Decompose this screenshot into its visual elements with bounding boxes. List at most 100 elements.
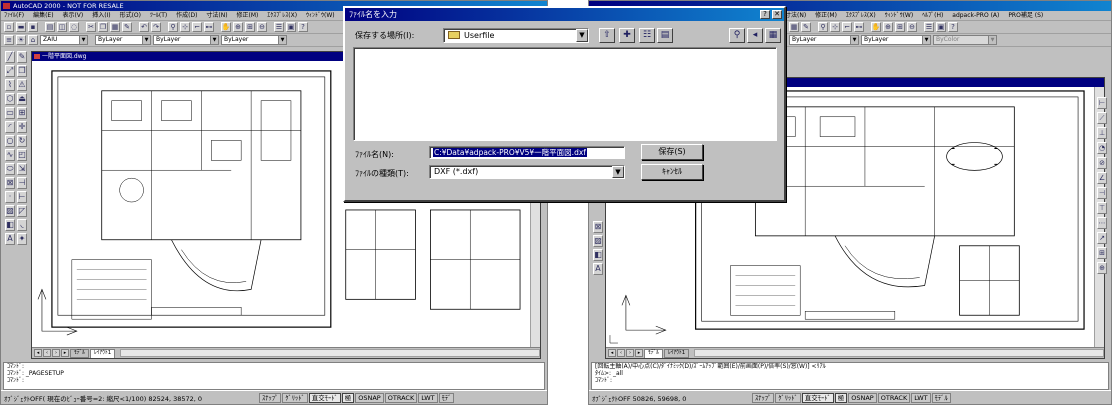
- copy-icon[interactable]: ❐: [98, 22, 108, 32]
- tab-model[interactable]: ﾓﾃﾞﾙ: [644, 348, 664, 358]
- text-icon[interactable]: A: [5, 233, 15, 245]
- copy-object-icon[interactable]: ❐: [17, 65, 27, 77]
- menu-modify[interactable]: 修正(M): [237, 12, 259, 19]
- menu-insert[interactable]: 挿入(I): [92, 12, 110, 19]
- menu-express[interactable]: ｴｸｽﾌﾟﾚｽ(X): [846, 12, 876, 19]
- new-folder-icon[interactable]: ✚: [619, 28, 635, 43]
- ucs-icon[interactable]: ⌐: [842, 22, 852, 32]
- line-icon[interactable]: ╱: [5, 51, 15, 63]
- help-icon[interactable]: ?: [760, 10, 770, 19]
- menu-adpack-pro[interactable]: adpack-PRO (A): [952, 12, 999, 19]
- tab-layout1[interactable]: ﾚｲｱｳﾄ1: [90, 348, 116, 358]
- menu-help[interactable]: ﾍﾙﾌﾟ(H): [922, 12, 943, 19]
- help-icon[interactable]: ?: [948, 22, 958, 32]
- lineweight-dropdown[interactable]: ByLayer ▼: [221, 35, 287, 45]
- hatch-icon[interactable]: ▨: [5, 205, 15, 217]
- scale-icon[interactable]: ◰: [17, 149, 27, 161]
- plotstyle-dropdown[interactable]: ByColor ▼: [933, 35, 997, 45]
- menu-pro-supplement[interactable]: PRO補足 (S): [1008, 12, 1043, 19]
- tab-model[interactable]: ﾓﾃﾞﾙ: [70, 348, 90, 358]
- region-icon[interactable]: ◧: [593, 249, 603, 261]
- insert-block-icon[interactable]: ⊠: [5, 177, 15, 189]
- explode-icon[interactable]: ✦: [17, 233, 27, 245]
- center-mark-icon[interactable]: ⊕: [1097, 262, 1107, 274]
- save-location-dropdown[interactable]: Userfile ▼: [443, 28, 589, 43]
- redo-icon[interactable]: ↷: [151, 22, 161, 32]
- menu-edit[interactable]: 編集(E): [33, 12, 53, 19]
- ellipse-icon[interactable]: ⬭: [5, 163, 15, 175]
- details-view-icon[interactable]: ▤: [657, 28, 673, 43]
- design-center-icon[interactable]: ▣: [936, 22, 946, 32]
- paste-icon[interactable]: ▦: [789, 22, 799, 32]
- polar-toggle[interactable]: 極: [341, 392, 355, 403]
- tab-last-icon[interactable]: ▸: [61, 349, 69, 357]
- ucs-icon[interactable]: ⌐: [192, 22, 202, 32]
- rotate-icon[interactable]: ↻: [17, 135, 27, 147]
- new-file-icon[interactable]: ▫: [4, 22, 14, 32]
- leader-icon[interactable]: ↗: [1097, 232, 1107, 244]
- ortho-toggle[interactable]: 直交ﾓｰﾄﾞ: [801, 392, 834, 403]
- filename-input[interactable]: C:¥Data¥adpack-PRO¥V5¥一階平面図.dxf: [429, 146, 625, 159]
- list-view-icon[interactable]: ☷: [639, 28, 655, 43]
- distance-icon[interactable]: ⊷: [204, 22, 214, 32]
- hyperlink-icon[interactable]: ⚲: [168, 22, 178, 32]
- horizontal-scrollbar[interactable]: [120, 349, 540, 357]
- arc-icon[interactable]: ◜: [5, 121, 15, 133]
- spline-icon[interactable]: ∿: [5, 149, 15, 161]
- layer-dropdown[interactable]: ZAIU ▼: [40, 35, 88, 45]
- paste-icon[interactable]: ▦: [110, 22, 120, 32]
- dimension-linear-icon[interactable]: ⊢: [1097, 97, 1107, 109]
- properties-icon[interactable]: ☰: [924, 22, 934, 32]
- menu-modify[interactable]: 修正(M): [815, 12, 837, 19]
- menu-window[interactable]: ｳｨﾝﾄﾞｳ(W): [306, 12, 335, 19]
- tab-prev-icon[interactable]: ‹: [617, 349, 625, 357]
- menu-dimension[interactable]: 寸法(N): [785, 12, 806, 19]
- zoom-previous-icon[interactable]: ⊖: [907, 22, 917, 32]
- model-toggle[interactable]: ﾓﾃﾞ: [438, 392, 455, 403]
- dimension-diameter-icon[interactable]: ⊘: [1097, 157, 1107, 169]
- snap-toggle[interactable]: ｽﾅｯﾌﾟ: [259, 392, 282, 403]
- mirror-icon[interactable]: ⚠: [17, 79, 27, 91]
- polygon-icon[interactable]: ⬡: [5, 93, 15, 105]
- tracking-icon[interactable]: ⊹: [830, 22, 840, 32]
- tab-layout1[interactable]: ﾚｲｱｳﾄ1: [664, 348, 690, 358]
- point-icon[interactable]: ·: [5, 191, 15, 203]
- layer-unlock-icon[interactable]: ⌂: [28, 35, 38, 45]
- zoom-window-icon[interactable]: ⊞: [245, 22, 255, 32]
- cut-icon[interactable]: ✂: [86, 22, 96, 32]
- zoom-window-icon[interactable]: ⊞: [895, 22, 905, 32]
- zoom-realtime-icon[interactable]: ⊕: [233, 22, 243, 32]
- zoom-previous-icon[interactable]: ⊖: [257, 22, 267, 32]
- tab-first-icon[interactable]: ◂: [34, 349, 42, 357]
- properties-icon[interactable]: ☰: [274, 22, 284, 32]
- baseline-icon[interactable]: ⊤: [1097, 202, 1107, 214]
- tab-first-icon[interactable]: ◂: [608, 349, 616, 357]
- zoom-realtime-icon[interactable]: ⊕: [883, 22, 893, 32]
- grid-toggle[interactable]: ｸﾞﾘｯﾄﾞ: [282, 392, 308, 403]
- design-center-icon[interactable]: ▣: [286, 22, 296, 32]
- distance-icon[interactable]: ⊷: [854, 22, 864, 32]
- hyperlink-icon[interactable]: ⚲: [818, 22, 828, 32]
- cancel-button[interactable]: ｷｬﾝｾﾙ: [641, 164, 703, 180]
- fillet-icon[interactable]: ◟: [17, 219, 27, 231]
- ortho-toggle[interactable]: 直交ﾓｰﾄﾞ: [308, 392, 341, 403]
- otrack-toggle[interactable]: OTRACK: [877, 392, 911, 403]
- snap-toggle[interactable]: ｽﾅｯﾌﾟ: [752, 392, 775, 403]
- match-properties-icon[interactable]: ✎: [122, 22, 132, 32]
- menu-draw[interactable]: 作成(D): [176, 12, 197, 19]
- dimension-aligned-icon[interactable]: ⟋: [1097, 112, 1107, 124]
- back-icon[interactable]: ◂: [747, 28, 763, 43]
- menu-express[interactable]: ｴｸｽﾌﾟﾚｽ(X): [267, 12, 297, 19]
- menu-format[interactable]: 形式(O): [120, 12, 141, 19]
- filetype-dropdown[interactable]: DXF (*.dxf) ▼: [429, 165, 625, 179]
- tracking-icon[interactable]: ⊹: [180, 22, 190, 32]
- linetype-dropdown[interactable]: ByLayer ▼: [789, 35, 859, 45]
- menu-view[interactable]: 表示(V): [62, 12, 83, 19]
- polar-toggle[interactable]: 極: [834, 392, 848, 403]
- color-dropdown[interactable]: ByLayer ▼: [95, 35, 151, 45]
- menu-dimension[interactable]: 寸法(N): [206, 12, 227, 19]
- dimension-ordinate-icon[interactable]: ⊥: [1097, 127, 1107, 139]
- tab-next-icon[interactable]: ›: [626, 349, 634, 357]
- save-button[interactable]: 保存(S): [641, 144, 703, 160]
- menu-tools[interactable]: ﾂｰﾙ(T): [150, 12, 167, 19]
